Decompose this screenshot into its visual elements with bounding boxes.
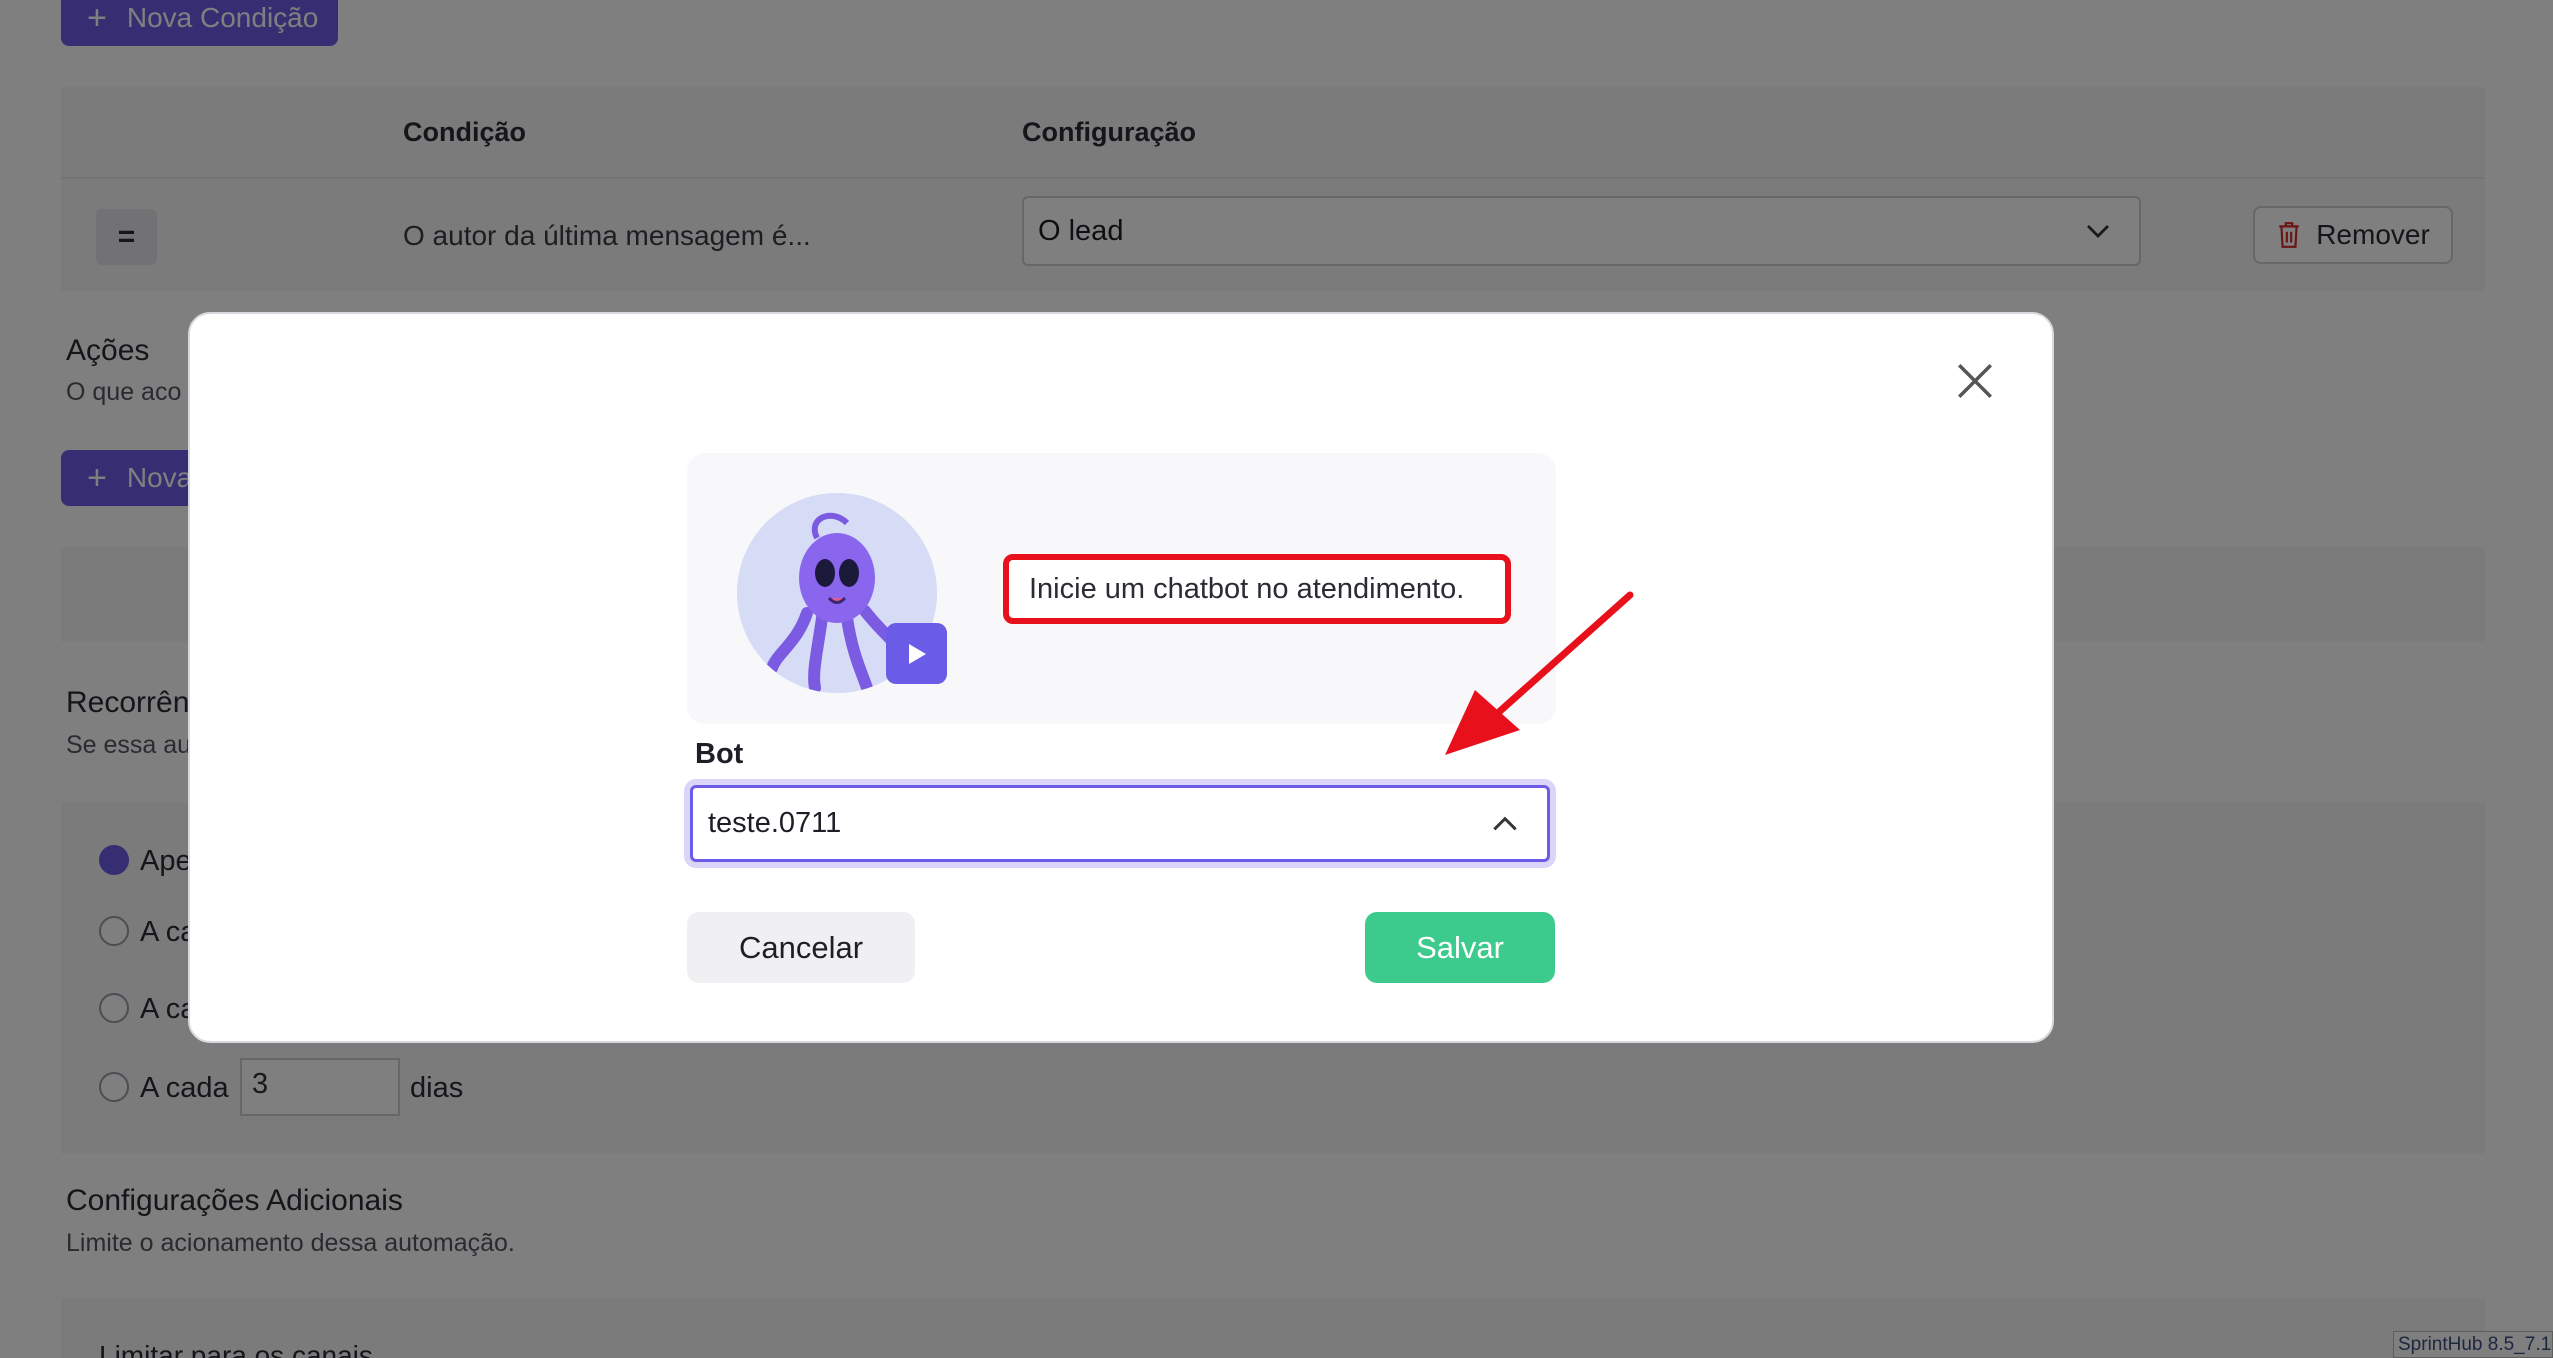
play-video-button[interactable]	[886, 623, 947, 684]
play-icon	[908, 643, 926, 664]
chevron-up-icon	[1493, 816, 1517, 831]
save-button[interactable]: Salvar	[1365, 912, 1555, 983]
red-arrow-annotation	[1445, 591, 1634, 755]
intro-text: Inicie um chatbot no atendimento.	[1029, 572, 1465, 605]
close-icon[interactable]	[1954, 360, 1996, 402]
bot-select-value: teste.0711	[708, 807, 842, 839]
bot-field-label: Bot	[695, 738, 744, 770]
cancel-button[interactable]: Cancelar	[687, 912, 915, 983]
bot-select[interactable]: teste.0711	[690, 785, 1550, 862]
